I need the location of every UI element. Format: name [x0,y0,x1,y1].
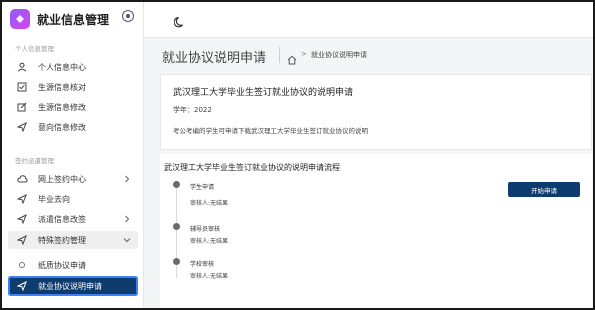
sidebar-subitem-agreement-statement[interactable]: 就业协议说明申请 [8,276,138,296]
breadcrumb-separator: > [301,50,307,58]
sidebar-item-graduate-destination[interactable]: 毕业去向 [8,190,138,208]
sidebar-item-label: 特殊签约管理 [38,235,86,245]
sidebar-item-label: 毕业去向 [38,194,70,204]
process-title: 武汉理工大学毕业生签订就业协议的说明申请流程 [164,163,340,172]
send-icon [16,193,28,205]
timeline-dot [173,223,180,230]
app-window: 就业信息管理 个人信息管理 个人信息中心 生源信息核对 生源信息修改 意向信息修… [0,0,595,310]
checklist-icon [16,81,28,93]
info-card-year: 学年：2022 [173,106,212,114]
home-icon[interactable] [287,50,297,65]
start-application-button[interactable]: 开始申请 [508,182,580,197]
sidebar-item-label: 个人信息中心 [38,62,86,72]
top-bar [144,2,593,38]
step-name: 辅导员审核 [190,226,221,233]
sidebar-item-online-contract[interactable]: 网上签约中心 [8,170,138,188]
sidebar-item-label: 网上签约中心 [38,174,86,184]
sidebar-item-source-check[interactable]: 生源信息核对 [8,78,138,96]
step-reviewer: 审核人:无结果 [190,238,229,245]
moon-icon[interactable] [173,13,188,28]
sidebar-item-dispatch-change[interactable]: 派遣信息改签 [8,210,138,228]
step-name: 学校审核 [190,261,215,268]
step-name: 学生申请 [190,184,215,191]
user-icon [16,61,28,73]
page-title: 就业协议说明申请 [162,51,267,66]
section-title-contract: 签约派遣管理 [15,157,54,165]
breadcrumb-divider [279,47,280,63]
sidebar: 就业信息管理 个人信息管理 个人信息中心 生源信息核对 生源信息修改 意向信息修… [2,2,144,308]
brand: 就业信息管理 [10,8,109,30]
section-title-personal: 个人信息管理 [15,45,54,53]
timeline-dot [173,258,180,265]
sidebar-subitem-paper-agreement[interactable]: 纸质协议申请 [8,256,138,274]
circle-bullet-icon [16,259,28,271]
sidebar-item-source-edit[interactable]: 生源信息修改 [8,98,138,116]
cloud-icon [16,173,28,185]
send-icon [16,280,28,292]
sidebar-item-label: 纸质协议申请 [38,260,86,270]
sidebar-item-label: 意向信息修改 [38,122,86,132]
send-icon [16,121,28,133]
app-title: 就业信息管理 [37,12,110,27]
sidebar-item-personal-center[interactable]: 个人信息中心 [8,58,138,76]
send-icon [16,234,28,246]
timeline-dot [173,181,180,188]
info-card-note: 考公考编的学生可申请下载武汉理工大学毕业生签订就业协议的说明 [173,127,368,135]
breadcrumb-current[interactable]: 就业协议说明申请 [311,50,367,60]
step-reviewer: 审核人:无结果 [190,273,229,280]
send-icon [16,213,28,225]
sidebar-item-label: 就业协议说明申请 [38,281,102,291]
edit-icon [16,101,28,113]
sidebar-item-intent-edit[interactable]: 意向信息修改 [8,118,138,136]
sidebar-item-label: 派遣信息改签 [38,214,86,224]
sidebar-item-label: 生源信息核对 [38,82,86,92]
sidebar-toggle-icon[interactable] [122,10,134,22]
info-card: 武汉理工大学毕业生签订就业协议的说明申请 学年：2022 考公考编的学生可申请下… [160,74,592,150]
chevron-right-icon [122,214,132,224]
info-card-title: 武汉理工大学毕业生签订就业协议的说明申请 [173,88,354,98]
chevron-right-icon [122,174,132,184]
app-logo [10,9,30,29]
sidebar-item-label: 生源信息修改 [38,102,86,112]
chevron-down-icon [122,235,132,245]
sidebar-item-special-contract[interactable]: 特殊签约管理 [8,231,138,249]
process-card: 武汉理工大学毕业生签订就业协议的说明申请流程 学生申请 审核人:无结果 辅导员审… [160,154,592,308]
step-reviewer: 审核人:无结果 [190,200,229,207]
